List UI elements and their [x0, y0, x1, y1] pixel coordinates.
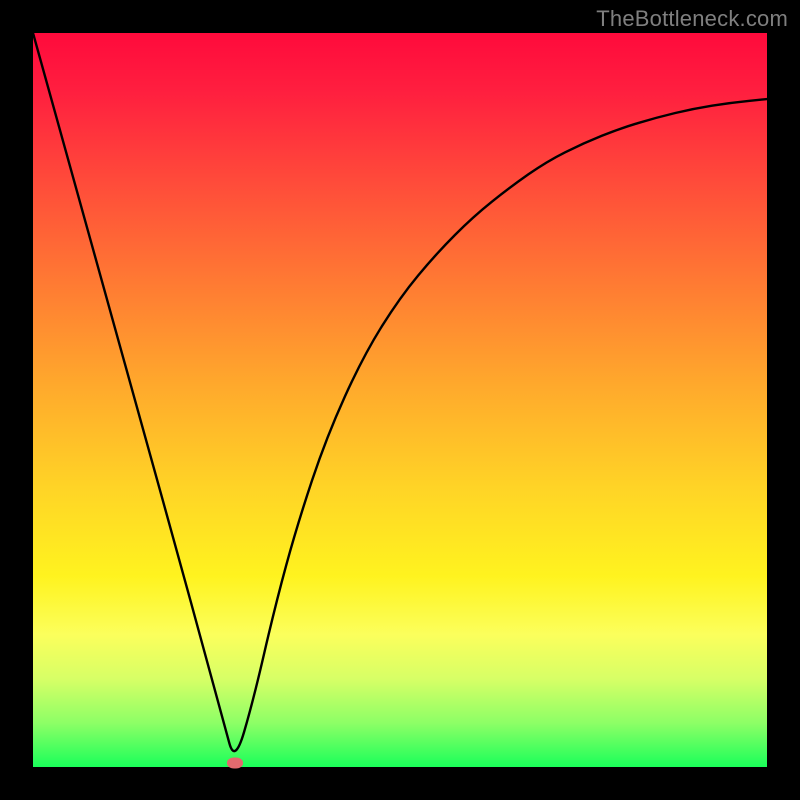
curve-svg — [33, 33, 767, 767]
curve-line — [33, 33, 767, 751]
min-marker-icon — [227, 758, 243, 769]
watermark-label: TheBottleneck.com — [596, 6, 788, 32]
chart-frame: TheBottleneck.com — [0, 0, 800, 800]
plot-area — [33, 33, 767, 767]
